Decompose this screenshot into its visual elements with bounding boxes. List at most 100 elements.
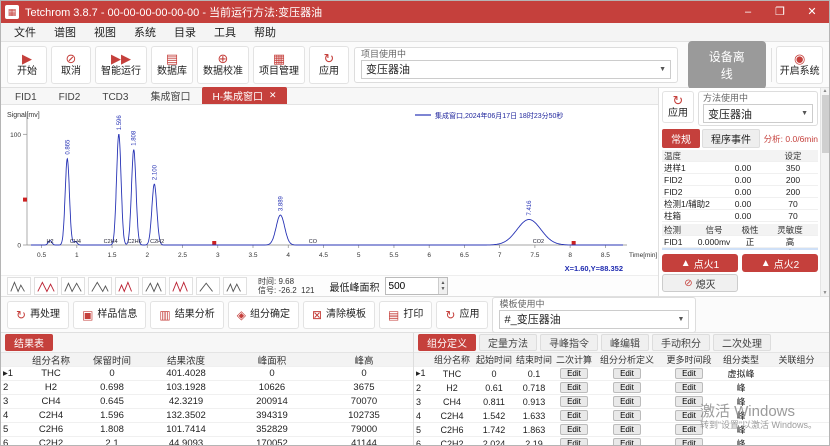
edit-button[interactable]: Edit (675, 396, 703, 407)
component-row[interactable]: 5C2H61.7421.863EditEditEdit峰 (414, 423, 829, 437)
component-row[interactable]: ▸1THC00.1EditEditEdit虚拟峰 (414, 367, 829, 381)
method-combobox[interactable]: 变压器油 ▼ (703, 104, 813, 123)
result-row[interactable]: 2H20.698103.1928106263675 (1, 381, 413, 395)
scrollbar[interactable]: ▲ ▼ (820, 88, 829, 296)
project-combobox[interactable]: 变压器油 ▼ (361, 60, 671, 79)
peak-template-icon[interactable] (196, 277, 220, 295)
result-analysis-button[interactable]: ▥结果分析 (150, 301, 223, 329)
component-row[interactable]: 6C2H22.0242.19EditEditEdit峰 (414, 437, 829, 446)
edit-button[interactable]: Edit (675, 368, 703, 379)
edit-button[interactable]: Edit (560, 410, 588, 421)
data-calibration-button[interactable]: ⊕数据校准 (197, 46, 249, 84)
tab-program-events[interactable]: 程序事件 (702, 129, 760, 148)
result-row[interactable]: ▸1THC0401.402800 (1, 367, 413, 381)
menu-item-文件[interactable]: 文件 (5, 24, 45, 40)
database-button[interactable]: ▤数据库 (151, 46, 193, 84)
edit-button[interactable]: Edit (613, 410, 641, 421)
menu-item-谱图[interactable]: 谱图 (45, 24, 85, 40)
result-row[interactable]: 6C2H22.144.909317005241144 (1, 437, 413, 446)
edit-button[interactable]: Edit (675, 410, 703, 421)
peak-template-icon[interactable] (7, 277, 31, 295)
scroll-up-icon[interactable]: ▲ (823, 88, 828, 94)
tab-FID2[interactable]: FID2 (49, 91, 91, 104)
edit-button[interactable]: Edit (675, 438, 703, 446)
ignite-2-button[interactable]: ▲ 点火2 (742, 254, 818, 272)
close-button[interactable]: ✕ (799, 1, 825, 23)
power-button[interactable]: ◉ 开启系统 (776, 46, 823, 84)
edit-button[interactable]: Edit (560, 438, 588, 446)
detector-row[interactable]: FID10.000mv正高 (662, 236, 818, 248)
ignite-1-button[interactable]: ▲ 点火1 (662, 254, 738, 272)
menu-item-工具[interactable]: 工具 (205, 24, 245, 40)
tab-手动积分[interactable]: 手动积分 (652, 334, 710, 351)
template-combobox[interactable]: #_变压器油 ▼ (499, 310, 689, 329)
min-peak-area-input[interactable] (386, 278, 438, 294)
peak-template-icon[interactable] (88, 277, 112, 295)
smart-run-button[interactable]: ▶▶智能运行 (95, 46, 147, 84)
reprocess-button[interactable]: ↻再处理 (7, 301, 69, 329)
menu-item-视图[interactable]: 视图 (85, 24, 125, 40)
edit-button[interactable]: Edit (560, 396, 588, 407)
peak-template-icon[interactable] (61, 277, 85, 295)
project-management-button[interactable]: ▦项目管理 (253, 46, 305, 84)
edit-button[interactable]: Edit (613, 396, 641, 407)
edit-button[interactable]: Edit (560, 382, 588, 393)
tab-TCD3[interactable]: TCD3 (92, 91, 138, 104)
result-row[interactable]: 4C2H41.596132.3502394319102735 (1, 409, 413, 423)
peak-template-icon[interactable] (34, 277, 58, 295)
tab-寻峰指令[interactable]: 寻峰指令 (540, 334, 598, 351)
component-row[interactable]: 3CH40.8110.913EditEditEdit峰 (414, 395, 829, 409)
edit-button[interactable]: Edit (675, 424, 703, 435)
menu-item-帮助[interactable]: 帮助 (245, 24, 285, 40)
apply-template-button[interactable]: ↻应用 (436, 301, 488, 329)
result-row[interactable]: 5C2H61.808101.741435282979000 (1, 423, 413, 437)
peak-template-icon[interactable] (223, 277, 247, 295)
component-confirm-button[interactable]: ◈组分确定 (228, 301, 299, 329)
result-row[interactable]: 3CH40.64542.321920091470070 (1, 395, 413, 409)
stepper-down-icon[interactable]: ▼ (441, 286, 446, 292)
component-row[interactable]: 2H20.610.718EditEditEdit峰 (414, 381, 829, 395)
menu-item-目录[interactable]: 目录 (165, 24, 205, 40)
cancel-button[interactable]: ⊘取消 (51, 46, 91, 84)
temperature-row[interactable]: 柱箱0.0070 (662, 210, 818, 222)
peak-template-icon[interactable] (169, 277, 193, 295)
method-apply-button[interactable]: ↻ 应用 (662, 91, 694, 123)
tab-FID1[interactable]: FID1 (5, 91, 47, 104)
stepper-arrows[interactable]: ▲▼ (438, 278, 448, 294)
temperature-row[interactable]: FID20.00200 (662, 186, 818, 198)
tab-组分定义[interactable]: 组分定义 (418, 334, 476, 351)
edit-button[interactable]: Edit (560, 424, 588, 435)
tab-H-集成窗口[interactable]: H-集成窗口✕ (202, 87, 286, 104)
tab-峰编辑[interactable]: 峰编辑 (601, 334, 649, 351)
tab-二次处理[interactable]: 二次处理 (713, 334, 771, 351)
device-offline-button[interactable]: 设备离线 (688, 41, 766, 89)
edit-button[interactable]: Edit (613, 424, 641, 435)
menu-item-系统[interactable]: 系统 (125, 24, 165, 40)
peak-template-icon[interactable] (115, 277, 139, 295)
edit-button[interactable]: Edit (613, 438, 641, 446)
peak-template-icon[interactable] (142, 277, 166, 295)
maximize-button[interactable]: ❐ (767, 1, 793, 23)
component-row[interactable]: 4C2H41.5421.633EditEditEdit峰 (414, 409, 829, 423)
close-tab-icon[interactable]: ✕ (269, 90, 277, 101)
tab-results[interactable]: 结果表 (5, 334, 53, 351)
edit-button[interactable]: Edit (613, 382, 641, 393)
scroll-down-icon[interactable]: ▼ (823, 290, 828, 296)
clear-template-button[interactable]: ⊠清除模板 (303, 301, 375, 329)
temperature-row[interactable]: FID20.00200 (662, 174, 818, 186)
tab-集成窗口[interactable]: 集成窗口 (140, 87, 200, 104)
tab-定量方法[interactable]: 定量方法 (479, 334, 537, 351)
edit-button[interactable]: Edit (613, 368, 641, 379)
tab-general[interactable]: 常规 (662, 129, 700, 148)
start-button[interactable]: ▶开始 (7, 46, 47, 84)
extinguish-button[interactable]: ⊘ 熄灭 (662, 274, 738, 292)
chromatogram-plot[interactable]: 0.511.522.533.544.555.566.577.588.50100S… (1, 105, 658, 275)
minimize-button[interactable]: – (735, 1, 761, 23)
sample-info-button[interactable]: ▣样品信息 (73, 301, 146, 329)
scrollbar-thumb[interactable] (822, 95, 829, 153)
apply-button[interactable]: ↻应用 (309, 46, 349, 84)
temperature-row[interactable]: 检测1/辅助20.0070 (662, 198, 818, 210)
edit-button[interactable]: Edit (560, 368, 588, 379)
print-button[interactable]: ▤打印 (379, 301, 432, 329)
temperature-row[interactable]: 进样10.00350 (662, 162, 818, 174)
